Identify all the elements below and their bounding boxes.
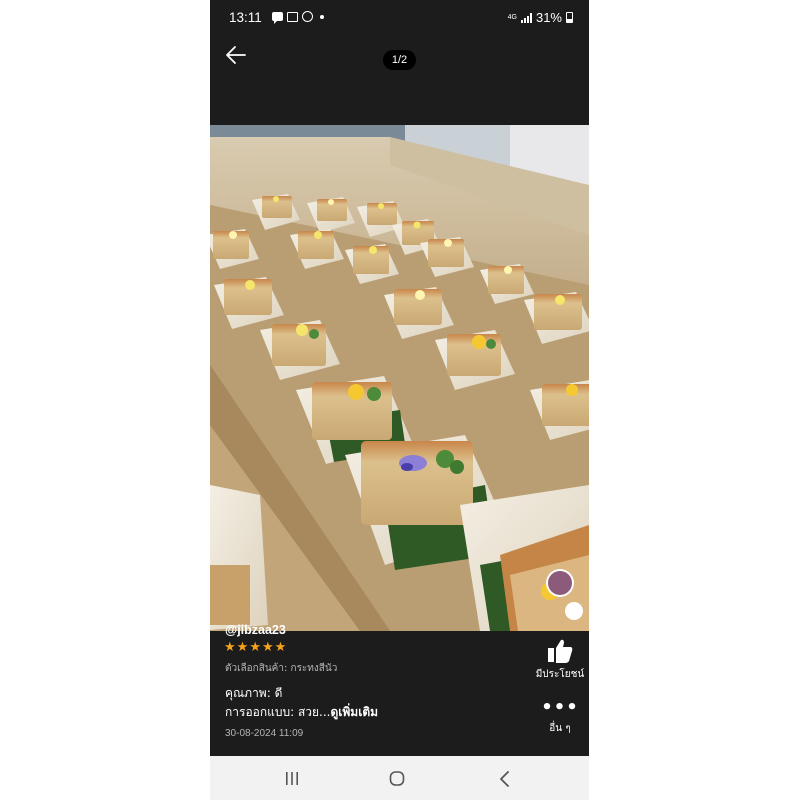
star-icon: ★	[236, 640, 249, 655]
message-icon	[272, 12, 283, 24]
star-icon: ★	[249, 640, 261, 655]
more-notifications-icon	[320, 14, 324, 19]
back-button[interactable]	[224, 44, 248, 66]
review-panel: @jibzaa23 ★ ★ ★ ★ ★ ตัวเลือกสินค้า: กระท…	[210, 623, 589, 756]
helpful-label: มีประโยชน์	[535, 669, 585, 680]
star-icon: ★	[274, 640, 287, 655]
reviewer-username[interactable]: @jibzaa23	[225, 623, 286, 637]
sync-icon	[302, 11, 313, 22]
more-label: อื่น ๆ	[549, 723, 571, 734]
gallery-icon	[287, 11, 298, 22]
see-more-link[interactable]: ดูเพิ่มเติม	[331, 705, 379, 719]
star-icon: ★	[224, 640, 236, 655]
review-quality: คุณภาพ: ดี	[225, 686, 283, 700]
more-dots-icon: •••	[541, 697, 579, 718]
review-photo[interactable]	[210, 125, 589, 631]
battery-percent: 31%	[535, 10, 562, 25]
phone-screen: 13:11 4G 31% 1/2 @jibzaa23 ★ ★ ★ ★ ★ ตัว…	[210, 0, 589, 800]
home-button[interactable]	[382, 768, 412, 790]
notification-icons	[272, 11, 324, 24]
page-counter: 1/2	[383, 50, 416, 70]
arrow-left-icon	[226, 46, 246, 64]
status-right: 4G 31%	[508, 10, 573, 25]
home-icon	[389, 771, 405, 786]
more-options-button[interactable]: ••• อื่น ๆ	[540, 699, 580, 743]
review-design: การออกแบบ: สวย...ดูเพิ่มเติม	[225, 703, 378, 722]
product-variant: ตัวเลือกสินค้า: กระทงสีนัว	[225, 663, 338, 674]
recent-apps-button[interactable]	[277, 768, 307, 790]
review-design-text: การออกแบบ: สวย...	[225, 705, 331, 719]
review-date: 30-08-2024 11:09	[225, 728, 304, 739]
status-bar: 13:11 4G 31%	[210, 0, 589, 36]
recent-apps-icon	[286, 772, 298, 785]
helpful-button[interactable]: มีประโยชน์	[532, 637, 588, 693]
signal-icon	[520, 12, 532, 23]
status-time: 13:11	[229, 10, 262, 25]
battery-icon	[566, 12, 573, 23]
star-icon: ★	[261, 640, 274, 655]
network-type: 4G	[507, 14, 517, 21]
navigation-bar	[210, 756, 589, 800]
thumbs-up-icon	[548, 639, 573, 663]
nav-back-button[interactable]	[490, 768, 520, 790]
cake-box-photo	[210, 125, 589, 631]
rating-stars: ★ ★ ★ ★ ★	[224, 641, 286, 654]
chevron-left-icon	[500, 771, 509, 787]
